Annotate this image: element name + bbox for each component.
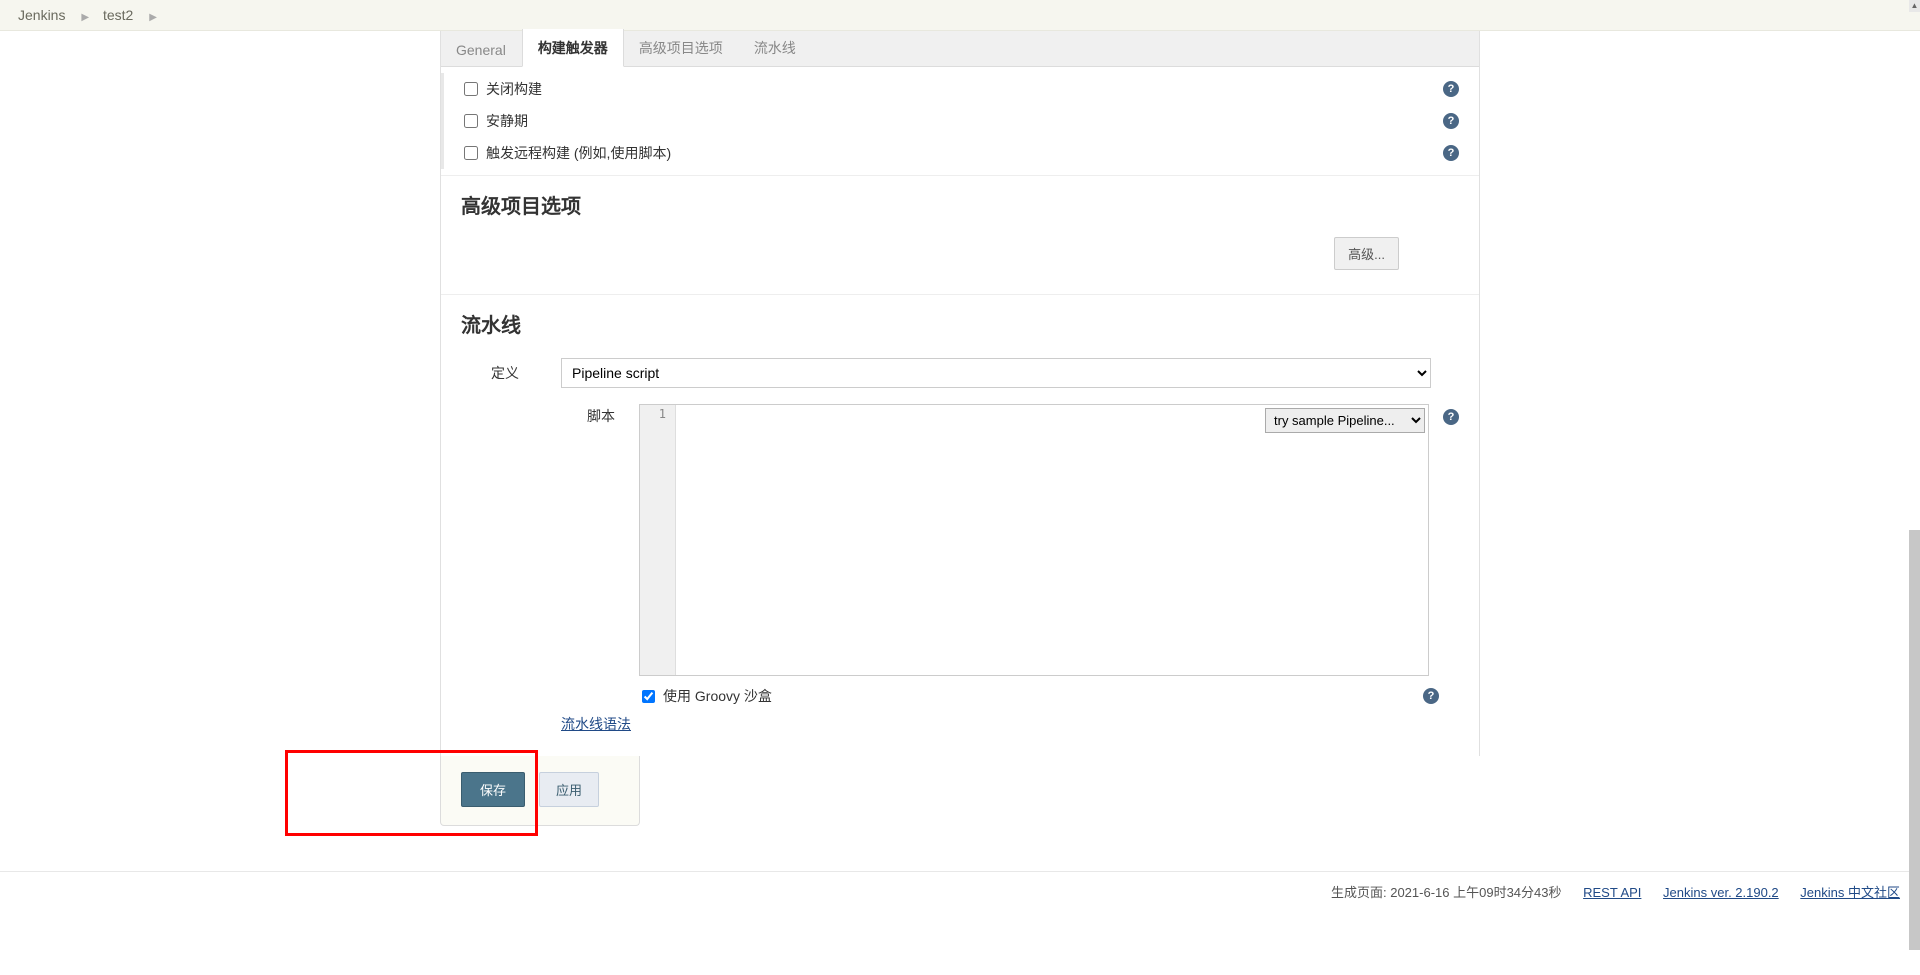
checkbox-remote-trigger[interactable] (464, 146, 478, 160)
definition-row: 定义 Pipeline script (441, 348, 1479, 398)
rest-api-link[interactable]: REST API (1583, 885, 1641, 900)
footer-generated-text: 生成页面: 2021-6-16 上午09时34分43秒 (1331, 885, 1561, 900)
chevron-right-icon: ▶ (139, 12, 167, 23)
pipeline-syntax-link[interactable]: 流水线语法 (561, 716, 631, 732)
tab-advanced-options[interactable]: 高级项目选项 (624, 29, 739, 66)
breadcrumb: Jenkins ▶ test2 ▶ (0, 0, 1920, 31)
footer-buttons: 保存 应用 (440, 756, 640, 826)
label-remote-trigger: 触发远程构建 (例如,使用脚本) (486, 143, 671, 163)
sandbox-row: 使用 Groovy 沙盒 ? (441, 676, 1479, 710)
help-icon[interactable]: ? (1443, 409, 1459, 425)
tab-build-triggers[interactable]: 构建触发器 (522, 29, 624, 67)
checkbox-groovy-sandbox[interactable] (642, 690, 655, 703)
trigger-options: 关闭构建 ? 安静期 ? 触发远程构建 (例如,使用脚本) ? (441, 67, 1479, 169)
label-quiet-period: 安静期 (486, 111, 528, 131)
editor-gutter: 1 (640, 405, 676, 675)
label-groovy-sandbox: 使用 Groovy 沙盒 (663, 686, 772, 706)
breadcrumb-project[interactable]: test2 (103, 7, 135, 23)
label-disable-build: 关闭构建 (486, 79, 542, 99)
label-definition: 定义 (461, 363, 561, 383)
option-row-quiet-period: 安静期 ? (441, 105, 1479, 137)
scroll-arrow-up-icon[interactable]: ▲ (1909, 0, 1920, 12)
gutter-line-1: 1 (659, 407, 666, 421)
checkbox-quiet-period[interactable] (464, 114, 478, 128)
jenkins-community-link[interactable]: Jenkins 中文社区 (1800, 885, 1900, 900)
definition-select[interactable]: Pipeline script (561, 358, 1431, 388)
help-icon[interactable]: ? (1443, 145, 1459, 161)
page-footer: 生成页面: 2021-6-16 上午09时34分43秒 REST API Jen… (0, 871, 1920, 911)
option-row-disable-build: 关闭构建 ? (441, 73, 1479, 105)
jenkins-version-link[interactable]: Jenkins ver. 2.190.2 (1663, 885, 1779, 900)
script-editor[interactable]: 1 (639, 404, 1429, 676)
config-panel: General 构建触发器 高级项目选项 流水线 关闭构建 ? 安静期 ? 触发… (440, 31, 1480, 756)
heading-pipeline: 流水线 (441, 295, 1479, 348)
advanced-button[interactable]: 高级... (1334, 237, 1399, 270)
breadcrumb-jenkins[interactable]: Jenkins (18, 7, 67, 23)
checkbox-disable-build[interactable] (464, 82, 478, 96)
label-script: 脚本 (461, 404, 639, 676)
scrollbar-thumb[interactable] (1909, 530, 1920, 950)
editor-body[interactable] (676, 405, 1428, 675)
option-row-remote-trigger: 触发远程构建 (例如,使用脚本) ? (441, 137, 1479, 169)
save-button[interactable]: 保存 (461, 772, 525, 807)
apply-button[interactable]: 应用 (539, 772, 599, 807)
sample-pipeline-select[interactable]: try sample Pipeline... (1265, 408, 1425, 433)
chevron-right-icon: ▶ (71, 12, 99, 23)
tab-pipeline[interactable]: 流水线 (739, 29, 812, 66)
heading-advanced-options: 高级项目选项 (441, 176, 1479, 229)
help-icon[interactable]: ? (1443, 113, 1459, 129)
tab-general[interactable]: General (441, 33, 522, 66)
config-tabs: General 构建触发器 高级项目选项 流水线 (441, 31, 1479, 67)
help-icon[interactable]: ? (1443, 81, 1459, 97)
help-icon[interactable]: ? (1423, 688, 1439, 704)
script-row: 脚本 1 try sample Pipeline... ? (441, 398, 1479, 676)
